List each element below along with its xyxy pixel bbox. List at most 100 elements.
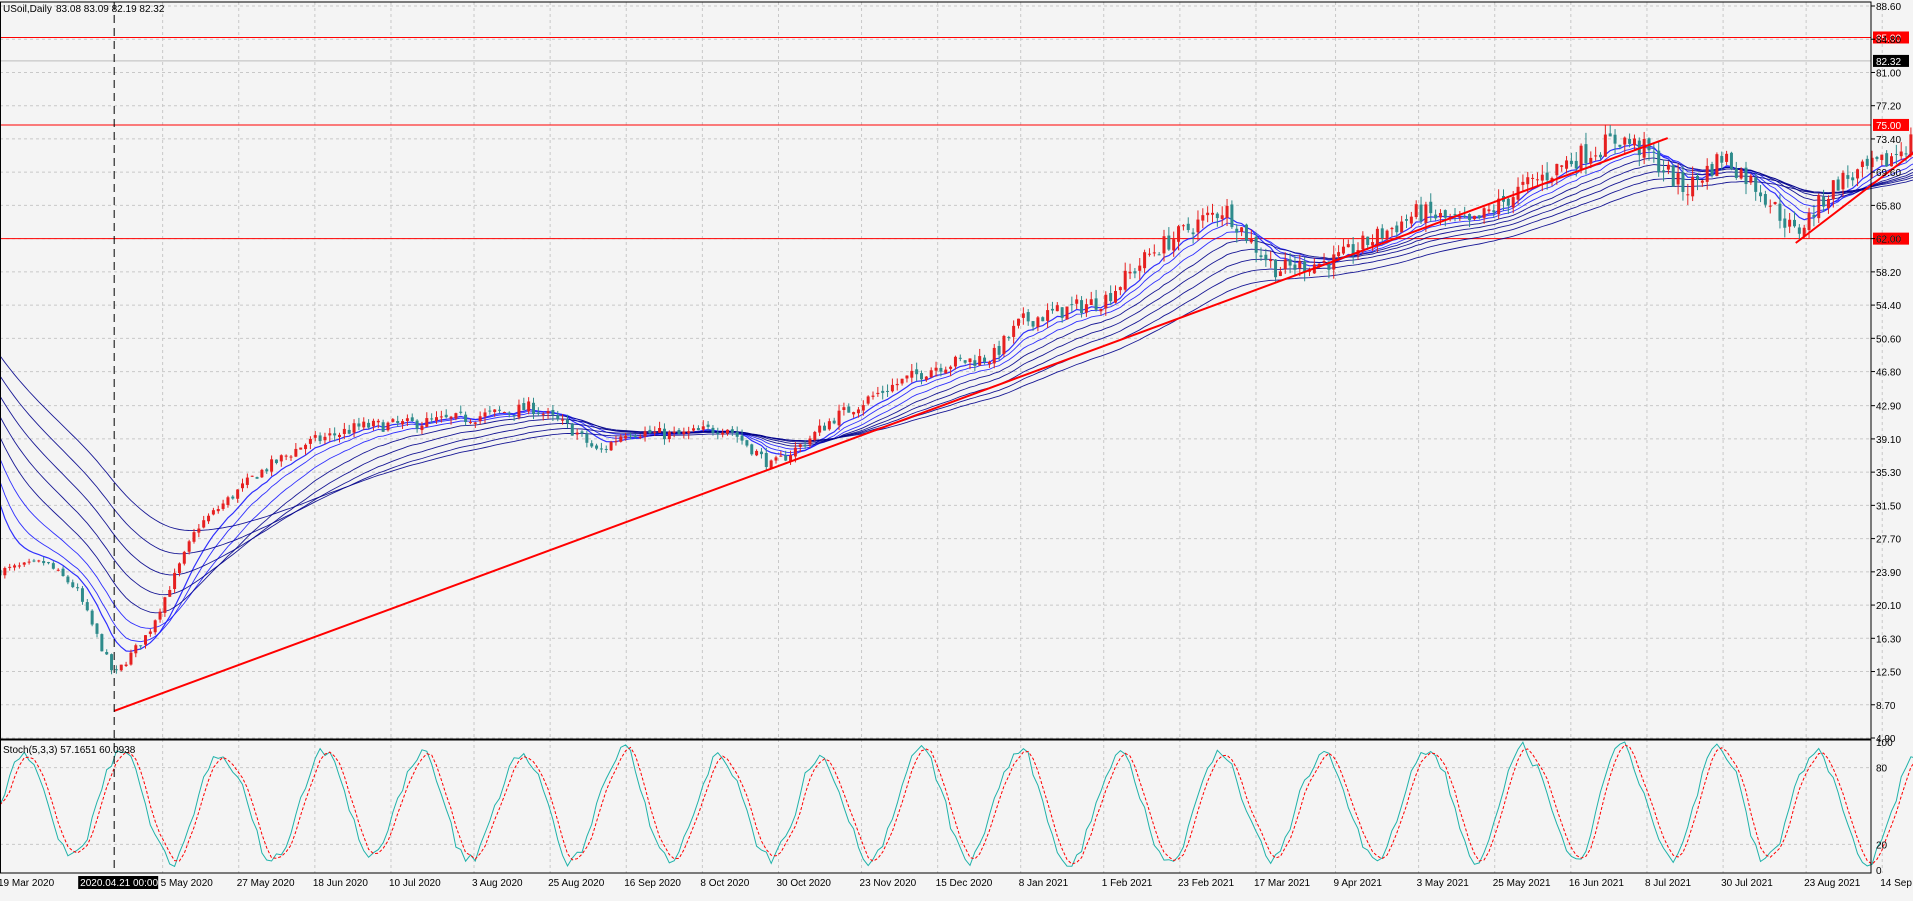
candle-body <box>871 395 875 397</box>
candle-body <box>47 562 50 564</box>
candle-body <box>1274 259 1278 278</box>
x-tick-label: 5 May 2020 <box>161 878 214 889</box>
candle-body <box>197 528 201 533</box>
chart-canvas[interactable]: 85.0075.0062.0082.32 88.6084.8081.0077.2… <box>0 0 1913 896</box>
candle-body <box>449 416 453 419</box>
y-tick-label: 16.30 <box>1876 634 1901 645</box>
y-tick-label: 58.20 <box>1876 268 1901 279</box>
x-tick-label: 8 Oct 2020 <box>700 878 749 889</box>
candle-body <box>401 421 405 425</box>
candle-body <box>1836 179 1840 191</box>
candle-body <box>1589 157 1593 164</box>
candle-body <box>177 563 181 574</box>
candle-body <box>1070 304 1074 306</box>
candle-body <box>983 357 987 362</box>
candle-body <box>3 568 7 576</box>
candle-body <box>1041 317 1045 322</box>
stoch-tick-label: 20 <box>1876 840 1888 851</box>
y-tick-label: 42.90 <box>1876 402 1901 413</box>
candle-body <box>313 435 317 438</box>
candle-body <box>1109 293 1113 302</box>
candle-body <box>435 417 438 421</box>
candle-body <box>299 447 303 450</box>
x-tick-label: 16 Jun 2021 <box>1569 878 1624 889</box>
x-tick-label: 15 Dec 2020 <box>936 878 993 889</box>
x-tick-label: 3 May 2021 <box>1417 878 1470 889</box>
candle-body <box>1744 167 1748 185</box>
candle-body <box>915 369 919 375</box>
candle-body <box>1050 308 1054 311</box>
candle-body <box>192 532 196 542</box>
candle-body <box>507 412 511 414</box>
candle-body <box>1710 164 1714 176</box>
candle-body <box>274 459 278 464</box>
candle-body <box>653 431 657 433</box>
candle-body <box>1662 170 1666 173</box>
candle-body <box>1594 155 1598 157</box>
candle-body <box>585 433 589 443</box>
trading-chart-window[interactable]: 85.00 75.00 62.00 82.32 88.60 84.80 81.00 77.2… <box>0 0 1913 896</box>
candle-body <box>1574 160 1578 169</box>
candle-body <box>95 623 99 634</box>
candle-body <box>1763 194 1767 205</box>
candle-body <box>1579 145 1583 170</box>
candle-body <box>105 652 109 655</box>
candle-body <box>624 435 628 439</box>
candle-body <box>1652 151 1656 153</box>
candle-body <box>32 560 36 562</box>
x-tick-label: 9 Apr 2021 <box>1334 878 1383 889</box>
candle-body <box>745 440 749 446</box>
symbol-label: USoil,Daily <box>3 4 52 15</box>
candle-body <box>347 429 351 434</box>
y-tick-label: 20.10 <box>1876 601 1901 612</box>
candle-body <box>881 390 885 393</box>
candle-body <box>784 455 788 461</box>
candle-body <box>1725 153 1729 162</box>
candle-body <box>1143 252 1147 269</box>
candle-body <box>1293 264 1297 270</box>
candle-body <box>1904 153 1908 155</box>
candle-body <box>76 587 80 589</box>
candle-body <box>493 409 497 413</box>
candle-body <box>153 620 157 633</box>
y-tick-label: 73.40 <box>1876 135 1901 146</box>
candle-body <box>638 436 642 438</box>
candle-body <box>1181 225 1185 227</box>
candle-body <box>294 448 298 457</box>
candle-body <box>953 356 957 367</box>
candle-body <box>396 421 400 423</box>
candle-body <box>1628 138 1632 144</box>
candle-body <box>575 432 579 435</box>
ohlc-readout: 83.08 83.09 82.19 82.32 <box>56 4 165 15</box>
candle-body <box>968 358 972 363</box>
candle-body <box>323 436 327 441</box>
candle-body <box>551 409 555 415</box>
candle-body <box>1434 214 1438 219</box>
candle-body <box>1890 156 1893 167</box>
candle-body <box>532 402 535 415</box>
x-tick-label: 8 Jan 2021 <box>1019 878 1069 889</box>
candle-body <box>677 429 681 435</box>
candle-body <box>1560 165 1564 167</box>
candle-body <box>236 489 240 499</box>
candle-body <box>1807 212 1811 230</box>
candle-body <box>1172 239 1176 251</box>
candle-body <box>1390 227 1394 230</box>
candle-body <box>987 361 991 365</box>
candle-body <box>425 418 429 427</box>
y-tick-label: 23.90 <box>1876 568 1901 579</box>
y-tick-label: 8.70 <box>1876 701 1896 712</box>
x-tick-label: 23 Nov 2020 <box>860 878 917 889</box>
candle-body <box>1666 164 1670 170</box>
candle-body <box>1831 180 1835 200</box>
candle-body <box>900 378 904 384</box>
candle-body <box>1856 169 1860 179</box>
candle-body <box>1676 173 1680 185</box>
candle-body <box>187 541 191 552</box>
candle-body <box>381 422 385 432</box>
candle-body <box>1555 163 1559 176</box>
candle-body <box>1778 203 1782 221</box>
candle-body <box>1167 235 1171 250</box>
candle-body <box>643 431 647 437</box>
candle-body <box>949 366 953 369</box>
